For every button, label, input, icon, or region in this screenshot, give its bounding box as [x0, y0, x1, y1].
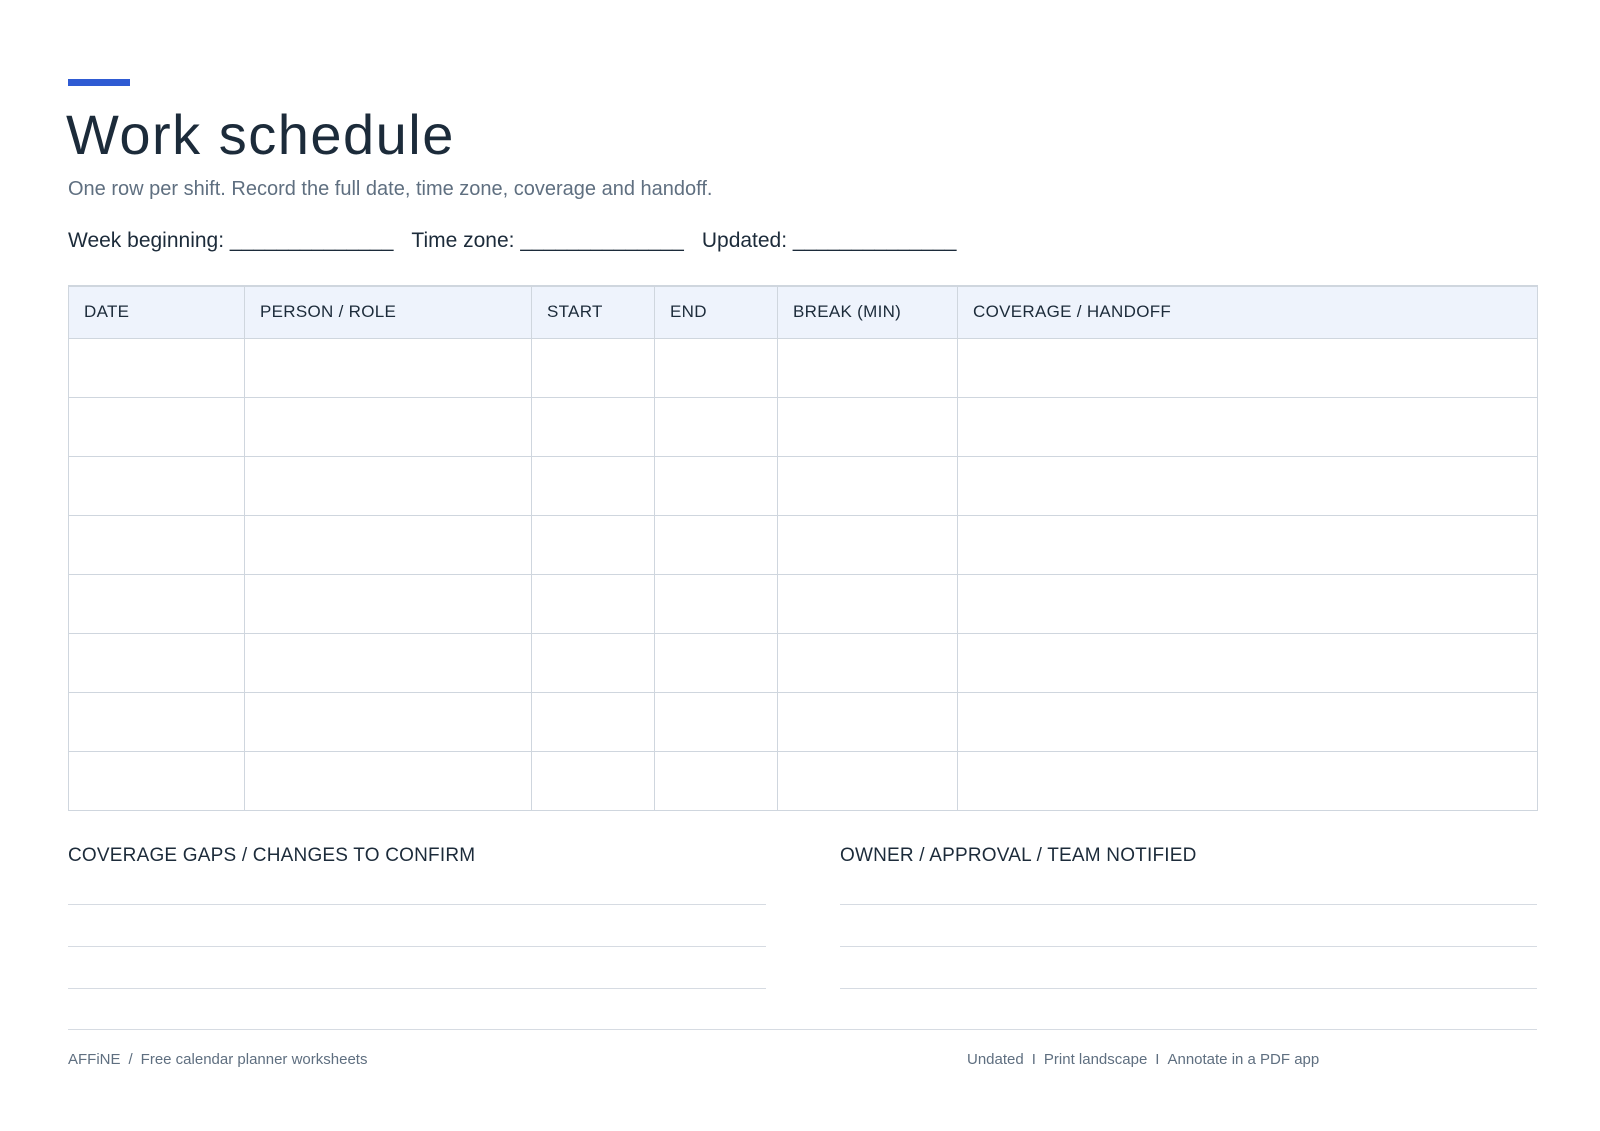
- footer-item-print-landscape: Print landscape: [1043, 1051, 1148, 1068]
- table-row: [68, 632, 1538, 693]
- footer-separator: I: [1155, 1051, 1160, 1068]
- table-cell[interactable]: [68, 455, 245, 516]
- owner-approval-line[interactable]: [840, 988, 1537, 989]
- table-cell[interactable]: [777, 573, 958, 634]
- table-cell[interactable]: [244, 573, 532, 634]
- coverage-gaps-line[interactable]: [68, 904, 766, 905]
- table-row: [68, 396, 1538, 457]
- table-cell[interactable]: [777, 632, 958, 693]
- table-header-row: DATE PERSON / ROLE START END BREAK (MIN)…: [68, 285, 1538, 339]
- footer-separator: I: [1031, 1051, 1036, 1068]
- table-cell[interactable]: [957, 514, 1538, 575]
- table-cell[interactable]: [244, 514, 532, 575]
- table-cell[interactable]: [777, 455, 958, 516]
- footer-item-annotate: Annotate in a PDF app: [1167, 1051, 1320, 1068]
- table-cell[interactable]: [68, 632, 245, 693]
- table-cell[interactable]: [68, 337, 245, 398]
- table-cell[interactable]: [531, 514, 655, 575]
- table-cell[interactable]: [654, 632, 778, 693]
- table-cell[interactable]: [531, 455, 655, 516]
- coverage-gaps-line[interactable]: [68, 946, 766, 947]
- table-cell[interactable]: [244, 337, 532, 398]
- coverage-gaps-heading: COVERAGE GAPS / CHANGES TO CONFIRM: [68, 845, 476, 866]
- table-cell[interactable]: [654, 750, 778, 811]
- table-cell[interactable]: [777, 750, 958, 811]
- accent-bar: [68, 79, 130, 86]
- table-row: [68, 573, 1538, 634]
- column-header-start: START: [531, 285, 655, 339]
- table-cell[interactable]: [531, 691, 655, 752]
- table-cell[interactable]: [957, 750, 1538, 811]
- owner-approval-line[interactable]: [840, 904, 1537, 905]
- footer-separator: /: [128, 1051, 133, 1068]
- column-header-end: END: [654, 285, 778, 339]
- table-cell[interactable]: [244, 396, 532, 457]
- owner-approval-line[interactable]: [840, 946, 1537, 947]
- table-cell[interactable]: [777, 691, 958, 752]
- table-cell[interactable]: [244, 632, 532, 693]
- page-subtitle: One row per shift. Record the full date,…: [68, 178, 713, 200]
- table-cell[interactable]: [68, 750, 245, 811]
- owner-approval-heading: OWNER / APPROVAL / TEAM NOTIFIED: [840, 845, 1197, 866]
- table-cell[interactable]: [244, 691, 532, 752]
- footer-tagline: Free calendar planner worksheets: [140, 1051, 368, 1068]
- table-cell[interactable]: [68, 573, 245, 634]
- table-cell[interactable]: [654, 514, 778, 575]
- table-cell[interactable]: [957, 691, 1538, 752]
- table-cell[interactable]: [777, 396, 958, 457]
- table-cell[interactable]: [957, 573, 1538, 634]
- coverage-gaps-line[interactable]: [68, 988, 766, 989]
- table-row: [68, 337, 1538, 398]
- table-cell[interactable]: [957, 396, 1538, 457]
- table-cell[interactable]: [531, 750, 655, 811]
- column-header-coverage-handoff: COVERAGE / HANDOFF: [957, 285, 1538, 339]
- footer-divider: [68, 1029, 1537, 1030]
- footer-brand: AFFiNE: [68, 1051, 121, 1068]
- table-row: [68, 691, 1538, 752]
- week-beginning-field[interactable]: Week beginning: ______________: [68, 228, 393, 254]
- column-header-person-role: PERSON / ROLE: [244, 285, 532, 339]
- table-cell[interactable]: [531, 337, 655, 398]
- table-cell[interactable]: [244, 750, 532, 811]
- table-cell[interactable]: [654, 573, 778, 634]
- updated-field[interactable]: Updated: ______________: [702, 228, 957, 254]
- table-cell[interactable]: [531, 632, 655, 693]
- column-header-date: DATE: [68, 285, 245, 339]
- page-title: Work schedule: [66, 103, 455, 166]
- table-cell[interactable]: [531, 573, 655, 634]
- table-cell[interactable]: [68, 396, 245, 457]
- column-header-break: BREAK (MIN): [777, 285, 958, 339]
- table-row: [68, 455, 1538, 516]
- table-cell[interactable]: [654, 691, 778, 752]
- table-cell[interactable]: [957, 455, 1538, 516]
- table-cell[interactable]: [531, 396, 655, 457]
- meta-fields: Week beginning: ______________ Time zone…: [68, 228, 974, 254]
- table-body: [68, 337, 1538, 811]
- footer-right: Undated I Print landscape I Annotate in a PD…: [967, 1051, 1319, 1068]
- footer-item-undated: Undated: [967, 1051, 1024, 1068]
- footer-left: AFFiNE / Free calendar planner worksheets: [68, 1051, 367, 1068]
- table-cell[interactable]: [957, 632, 1538, 693]
- table-cell[interactable]: [957, 337, 1538, 398]
- table-cell[interactable]: [777, 337, 958, 398]
- time-zone-field[interactable]: Time zone: ______________: [411, 228, 683, 254]
- table-cell[interactable]: [654, 396, 778, 457]
- table-cell[interactable]: [68, 691, 245, 752]
- schedule-table: DATE PERSON / ROLE START END BREAK (MIN)…: [68, 285, 1538, 811]
- table-cell[interactable]: [244, 455, 532, 516]
- table-row: [68, 514, 1538, 575]
- table-row: [68, 750, 1538, 811]
- table-cell[interactable]: [68, 514, 245, 575]
- table-cell[interactable]: [777, 514, 958, 575]
- table-cell[interactable]: [654, 337, 778, 398]
- table-cell[interactable]: [654, 455, 778, 516]
